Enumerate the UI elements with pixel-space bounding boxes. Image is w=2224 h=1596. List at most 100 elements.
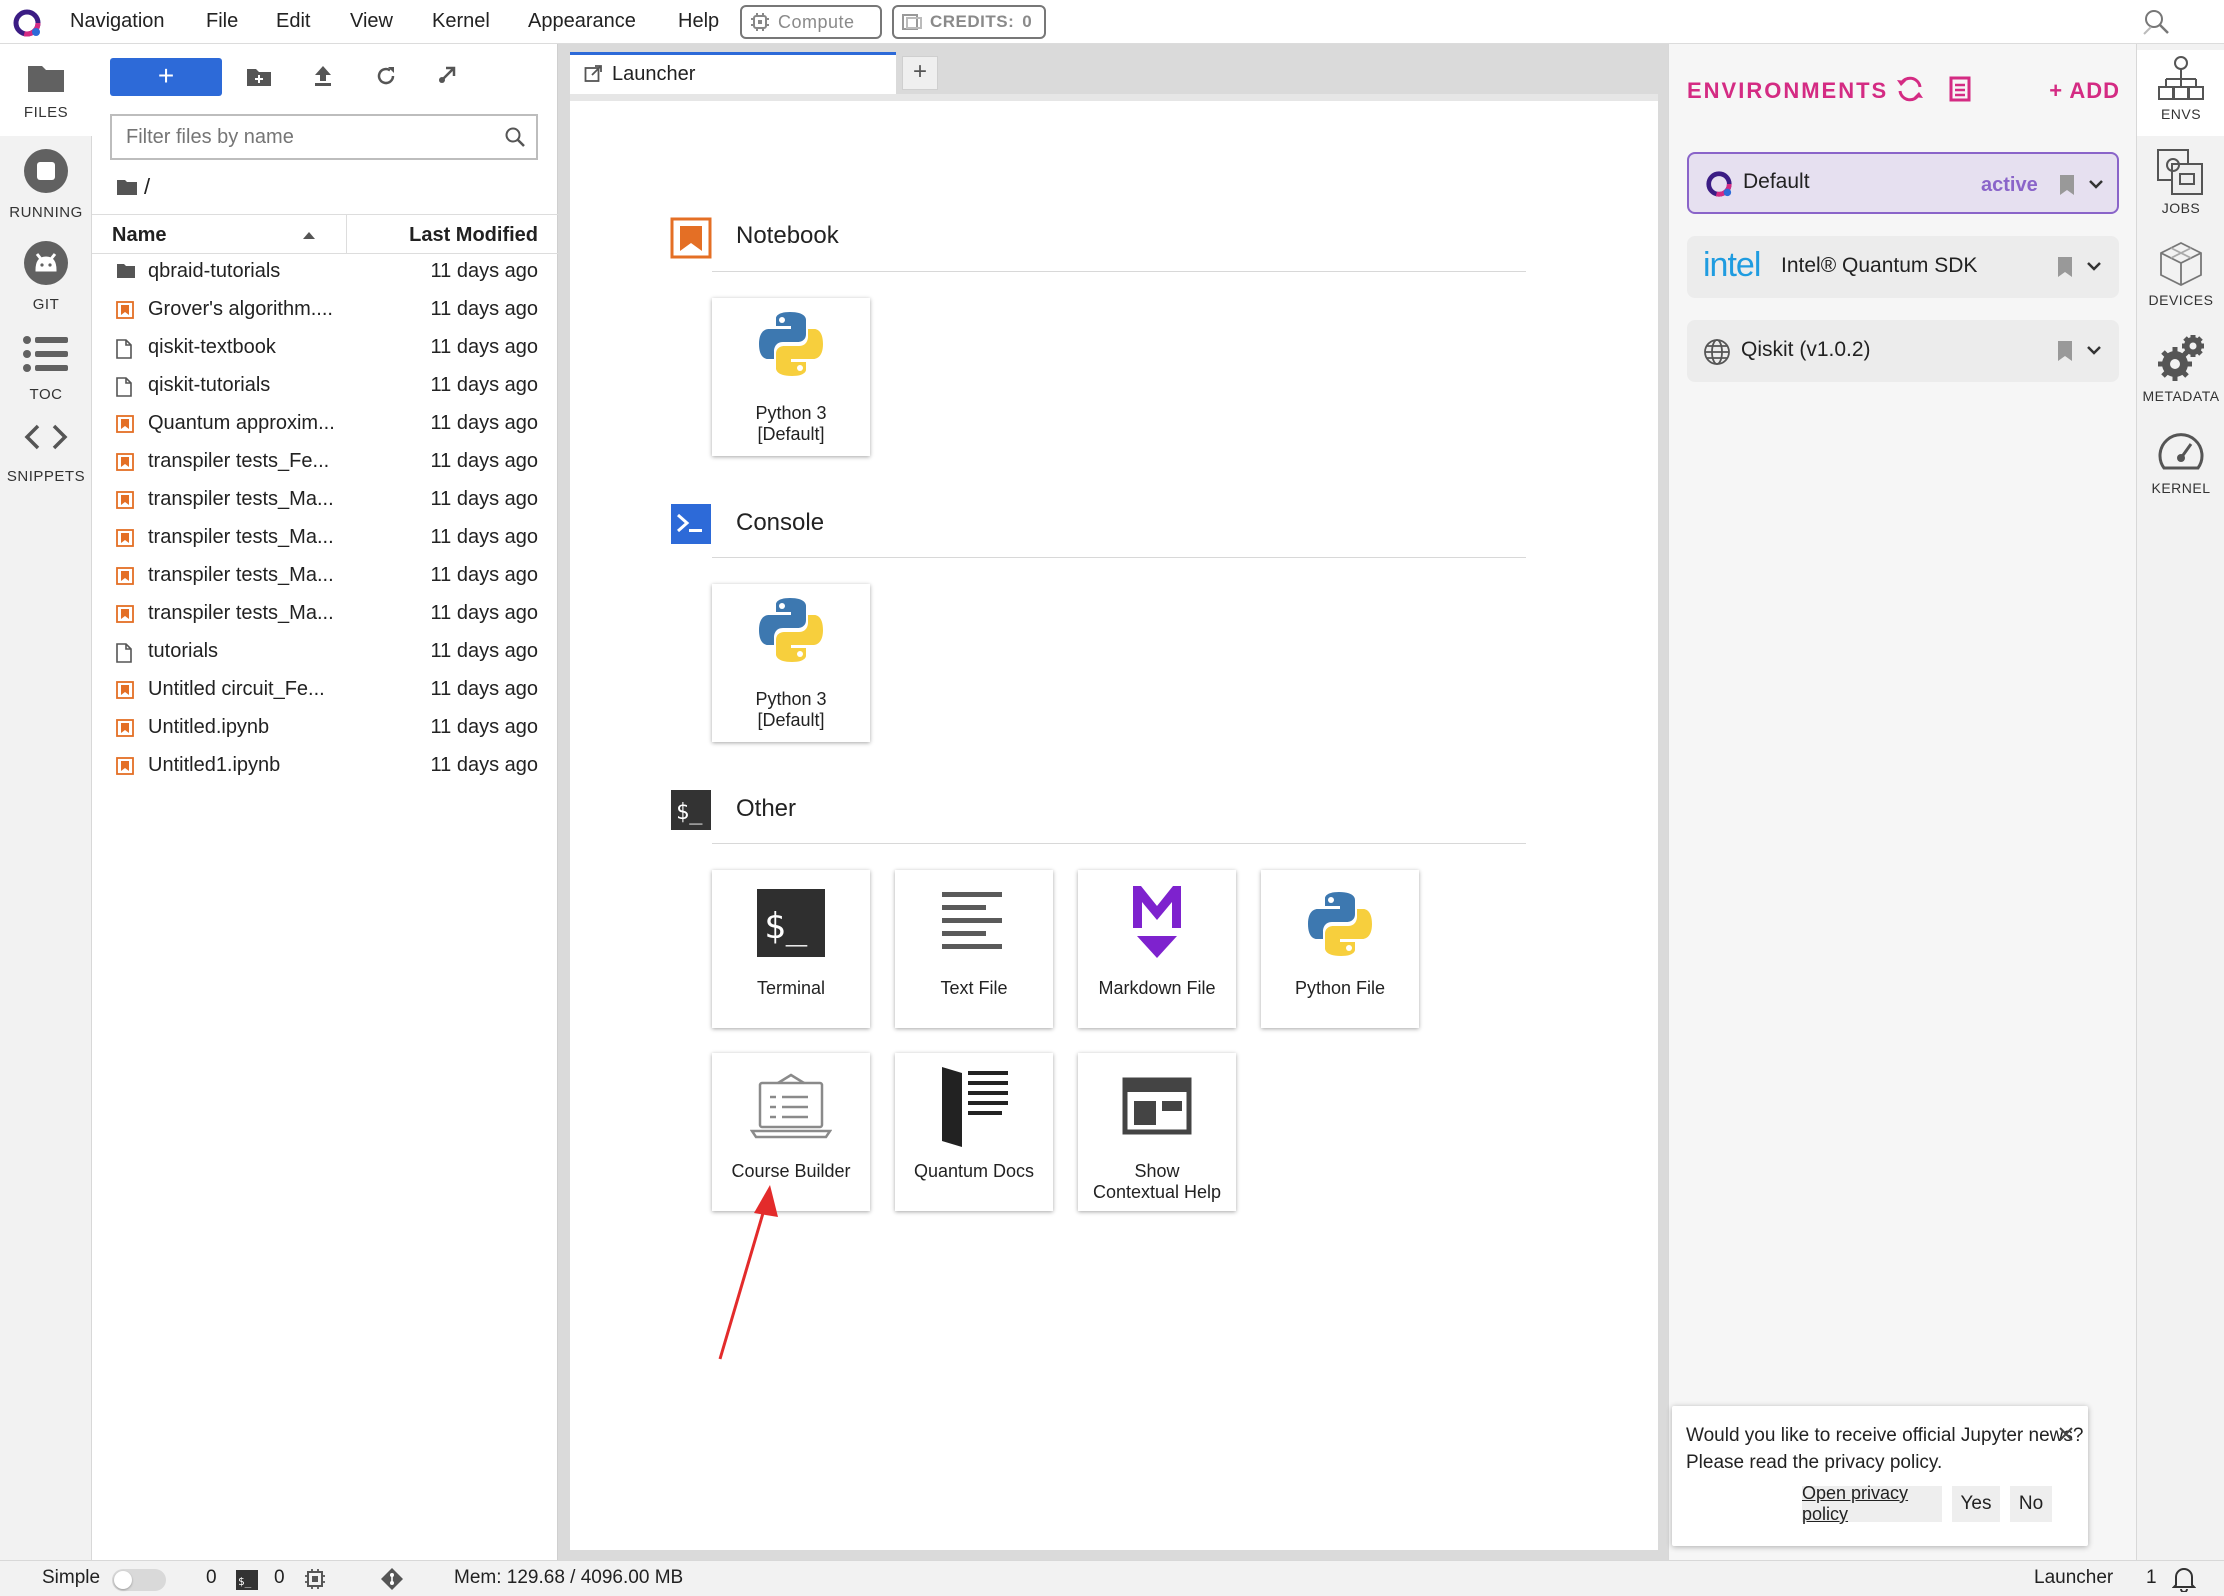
card-console-python3[interactable]: Python 3 [Default] <box>712 584 870 742</box>
file-row[interactable]: Quantum approxim... 11 days ago <box>92 404 558 442</box>
file-row[interactable]: Untitled1.ipynb 11 days ago <box>92 746 558 784</box>
card-markdown-file[interactable]: Markdown File <box>1078 870 1236 1028</box>
sidebar-item-files[interactable]: FILES <box>0 44 92 136</box>
open-privacy-policy-button[interactable]: Open privacy policy <box>1802 1483 1942 1524</box>
launcher-panel: Notebook Python 3 [Default] Console Pyth… <box>570 94 1658 1550</box>
search-icon[interactable] <box>2142 8 2172 36</box>
notification-count[interactable]: 1 <box>2146 1567 2157 1589</box>
terminals-count[interactable]: 0 <box>274 1567 285 1589</box>
close-icon[interactable] <box>2058 1426 2074 1442</box>
menu-edit[interactable]: Edit <box>276 10 310 33</box>
sidebar-item-envs[interactable]: ENVS <box>2137 50 2224 136</box>
qbraid-logo-icon[interactable] <box>12 8 42 38</box>
file-row[interactable]: tutorials 11 days ago <box>92 632 558 670</box>
menu-help[interactable]: Help <box>678 10 719 33</box>
search-icon[interactable] <box>504 126 526 148</box>
card-notebook-python3[interactable]: Python 3 [Default] <box>712 298 870 456</box>
tab-launcher[interactable]: Launcher <box>570 52 896 94</box>
sidebar-item-label: METADATA <box>2142 388 2220 404</box>
card-label: Python 3 <box>755 403 827 423</box>
refresh-icon[interactable] <box>374 64 398 88</box>
filter-files-input[interactable] <box>112 116 492 158</box>
env-card-default[interactable]: Default active <box>1687 152 2119 214</box>
file-row[interactable]: transpiler tests_Ma... 11 days ago <box>92 556 558 594</box>
menu-appearance[interactable]: Appearance <box>528 10 636 33</box>
file-row[interactable]: Untitled.ipynb 11 days ago <box>92 708 558 746</box>
document-icon[interactable] <box>1949 76 1971 102</box>
bell-icon[interactable] <box>2172 1566 2196 1592</box>
menu-bar: Navigation File Edit View Kernel Appeara… <box>0 0 2224 44</box>
add-environment-button[interactable]: + ADD <box>2049 78 2120 104</box>
menu-navigation[interactable]: Navigation <box>70 10 165 33</box>
card-terminal[interactable]: $_ Terminal <box>712 870 870 1028</box>
git-clone-icon[interactable] <box>436 64 460 88</box>
file-row[interactable]: Untitled circuit_Fe... 11 days ago <box>92 670 558 708</box>
sidebar-item-devices[interactable]: DEVICES <box>2137 236 2224 322</box>
folder-icon[interactable] <box>116 178 138 196</box>
card-contextual-help[interactable]: Show Contextual Help <box>1078 1053 1236 1211</box>
breadcrumb-path[interactable]: / <box>144 174 150 200</box>
card-python-file[interactable]: Python File <box>1261 870 1419 1028</box>
chevron-down-icon[interactable] <box>2089 180 2103 190</box>
file-name: Untitled1.ipynb <box>148 754 281 776</box>
file-row[interactable]: transpiler tests_Fe... 11 days ago <box>92 442 558 480</box>
file-row[interactable]: transpiler tests_Ma... 11 days ago <box>92 480 558 518</box>
new-launcher-button[interactable]: + <box>110 58 222 96</box>
cpu-icon[interactable] <box>304 1568 326 1590</box>
card-label: Markdown File <box>1098 978 1216 998</box>
git-icon[interactable] <box>380 1567 404 1591</box>
yes-button[interactable]: Yes <box>1952 1486 2000 1522</box>
add-tab-button[interactable]: + <box>902 56 938 90</box>
file-row[interactable]: transpiler tests_Ma... 11 days ago <box>92 518 558 556</box>
file-row[interactable]: qiskit-tutorials 11 days ago <box>92 366 558 404</box>
terminal-icon: $_ <box>757 889 825 957</box>
file-row[interactable]: qiskit-textbook 11 days ago <box>92 328 558 366</box>
menu-kernel[interactable]: Kernel <box>432 10 490 33</box>
python-logo-icon <box>1308 892 1372 956</box>
file-row[interactable]: qbraid-tutorials 11 days ago <box>92 252 558 290</box>
column-header-name[interactable]: Name <box>112 224 166 247</box>
no-button[interactable]: No <box>2010 1486 2052 1522</box>
sidebar-item-jobs[interactable]: JOBS <box>2137 144 2224 230</box>
sidebar-item-kernel[interactable]: KERNEL <box>2137 424 2224 510</box>
sidebar-item-metadata[interactable]: METADATA <box>2137 328 2224 418</box>
simple-mode-toggle[interactable] <box>112 1569 166 1591</box>
sidebar-item-git[interactable]: GIT <box>0 236 92 322</box>
refresh-icon[interactable] <box>1895 74 1925 104</box>
section-divider <box>712 843 1526 844</box>
column-header-modified[interactable]: Last Modified <box>409 224 538 247</box>
chevron-down-icon[interactable] <box>2087 346 2101 356</box>
bookmark-icon[interactable] <box>2057 256 2073 278</box>
filter-files-box <box>110 114 538 160</box>
notebook-icon <box>116 415 134 433</box>
kernels-count[interactable]: 0 <box>206 1567 217 1589</box>
card-quantum-docs[interactable]: Quantum Docs <box>895 1053 1053 1211</box>
environments-icon <box>2158 56 2204 100</box>
sort-ascending-icon[interactable] <box>302 231 316 239</box>
sidebar-item-label: KERNEL <box>2151 480 2211 496</box>
sidebar-item-toc[interactable]: TOC <box>0 334 92 414</box>
card-label: Python File <box>1294 978 1386 998</box>
card-text-file[interactable]: Text File <box>895 870 1053 1028</box>
env-name: Qiskit (v1.0.2) <box>1741 338 1871 361</box>
gears-icon <box>2158 335 2204 381</box>
menu-view[interactable]: View <box>350 10 393 33</box>
upload-icon[interactable] <box>312 64 334 88</box>
file-row[interactable]: transpiler tests_Ma... 11 days ago <box>92 594 558 632</box>
credits-badge[interactable]: CREDITS: 0 <box>892 5 1046 39</box>
env-card-intel[interactable]: intel Intel® Quantum SDK <box>1687 236 2119 298</box>
card-label: Terminal <box>756 978 826 998</box>
bookmark-icon[interactable] <box>2057 340 2073 362</box>
terminal-icon[interactable]: $_ <box>236 1570 258 1590</box>
env-card-qiskit[interactable]: Qiskit (v1.0.2) <box>1687 320 2119 382</box>
new-folder-icon[interactable] <box>246 66 272 88</box>
card-label: Python 3 <box>755 689 827 709</box>
chevron-down-icon[interactable] <box>2087 262 2101 272</box>
bookmark-icon[interactable] <box>2059 174 2075 196</box>
card-label: Show <box>1134 1161 1180 1181</box>
sidebar-item-running[interactable]: RUNNING <box>0 144 92 230</box>
menu-file[interactable]: File <box>206 10 238 33</box>
compute-button[interactable]: Compute <box>740 5 882 39</box>
sidebar-item-snippets[interactable]: SNIPPETS <box>0 422 92 502</box>
file-row[interactable]: Grover's algorithm.... 11 days ago <box>92 290 558 328</box>
